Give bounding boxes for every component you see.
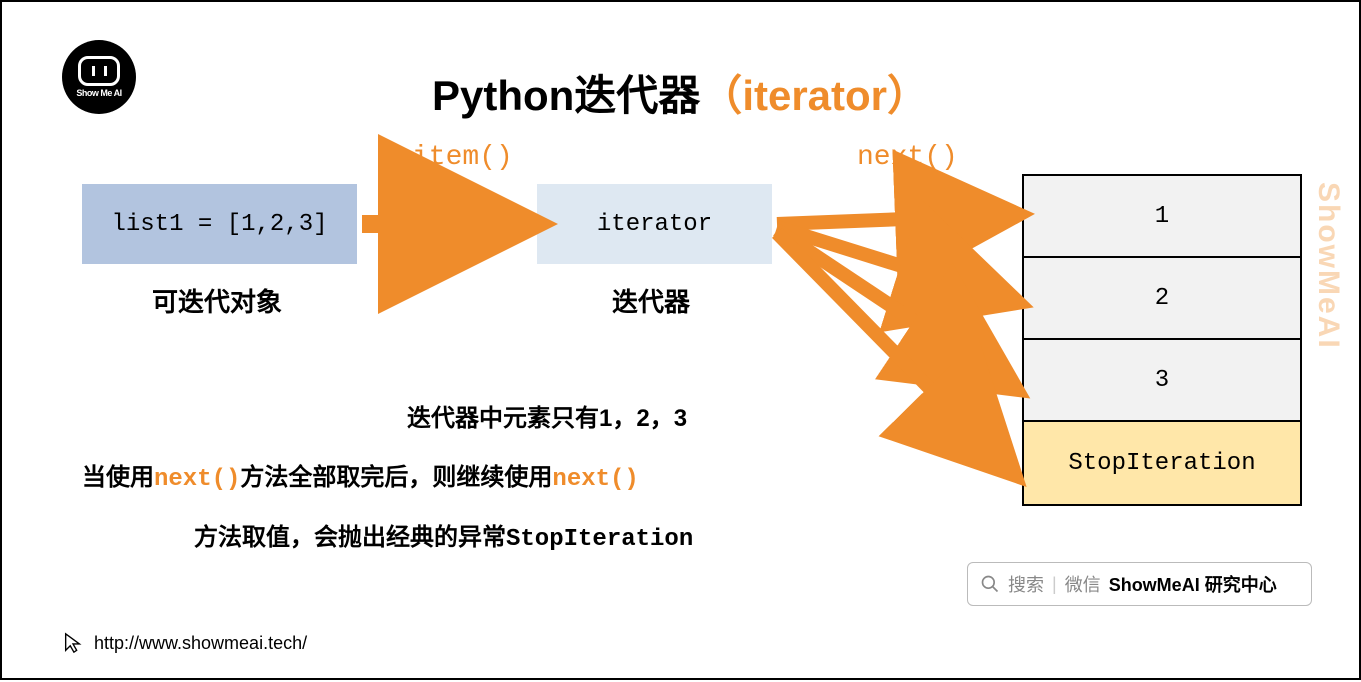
stack-cell: 2 xyxy=(1024,258,1300,340)
title-main: Python迭代器 xyxy=(432,72,700,119)
desc2-part-a: 当使用 xyxy=(82,464,154,491)
iterator-code: iterator xyxy=(597,211,712,238)
item-function-label: item() xyxy=(412,142,513,173)
desc2-next-2: next() xyxy=(552,466,638,493)
next-function-label: next() xyxy=(857,142,958,173)
stack-cell-stopiteration: StopIteration xyxy=(1024,422,1300,504)
description-line-2: 当使用next()方法全部取完后，则继续使用next() xyxy=(82,457,639,493)
page-title: Python迭代器（iterator） xyxy=(2,62,1359,123)
search-badge: 搜索 | 微信 ShowMeAI 研究中心 xyxy=(967,562,1312,606)
arrow-next-stop xyxy=(777,233,1007,467)
iterable-box: list1 = [1,2,3] xyxy=(82,184,357,264)
description-line-3: 方法取值，会抛出经典的异常StopIteration xyxy=(194,517,693,553)
search-strong: ShowMeAI 研究中心 xyxy=(1109,571,1277,597)
desc2-part-c: 方法全部取完后，则继续使用 xyxy=(240,464,552,491)
search-icon xyxy=(980,574,1000,594)
watermark-text: ShowMeAI xyxy=(1311,182,1345,350)
iterable-code: list1 = [1,2,3] xyxy=(111,211,327,238)
cursor-icon xyxy=(62,632,84,654)
desc3-stopiteration: StopIteration xyxy=(506,526,693,553)
output-stack: 1 2 3 StopIteration xyxy=(1022,174,1302,506)
title-term: iterator xyxy=(742,72,887,119)
iterable-label: 可迭代对象 xyxy=(152,282,282,319)
stack-cell: 1 xyxy=(1024,176,1300,258)
footer-url: http://www.showmeai.tech/ xyxy=(62,632,307,654)
search-divider: | xyxy=(1052,574,1057,595)
title-paren-close: ） xyxy=(887,72,929,119)
desc2-next-1: next() xyxy=(154,466,240,493)
title-paren-open: （ xyxy=(700,72,742,119)
arrow-next-3 xyxy=(777,230,1007,383)
url-text: http://www.showmeai.tech/ xyxy=(94,633,307,654)
search-sub: 微信 xyxy=(1065,571,1101,597)
arrow-next-1 xyxy=(777,215,1007,224)
iterator-label: 迭代器 xyxy=(612,282,690,319)
arrow-next-2 xyxy=(777,227,1007,299)
iterator-box: iterator xyxy=(537,184,772,264)
desc3-part-a: 方法取值，会抛出经典的异常 xyxy=(194,524,506,551)
description-line-1: 迭代器中元素只有1，2，3 xyxy=(407,398,687,433)
search-label: 搜索 xyxy=(1008,571,1044,597)
stack-cell: 3 xyxy=(1024,340,1300,422)
